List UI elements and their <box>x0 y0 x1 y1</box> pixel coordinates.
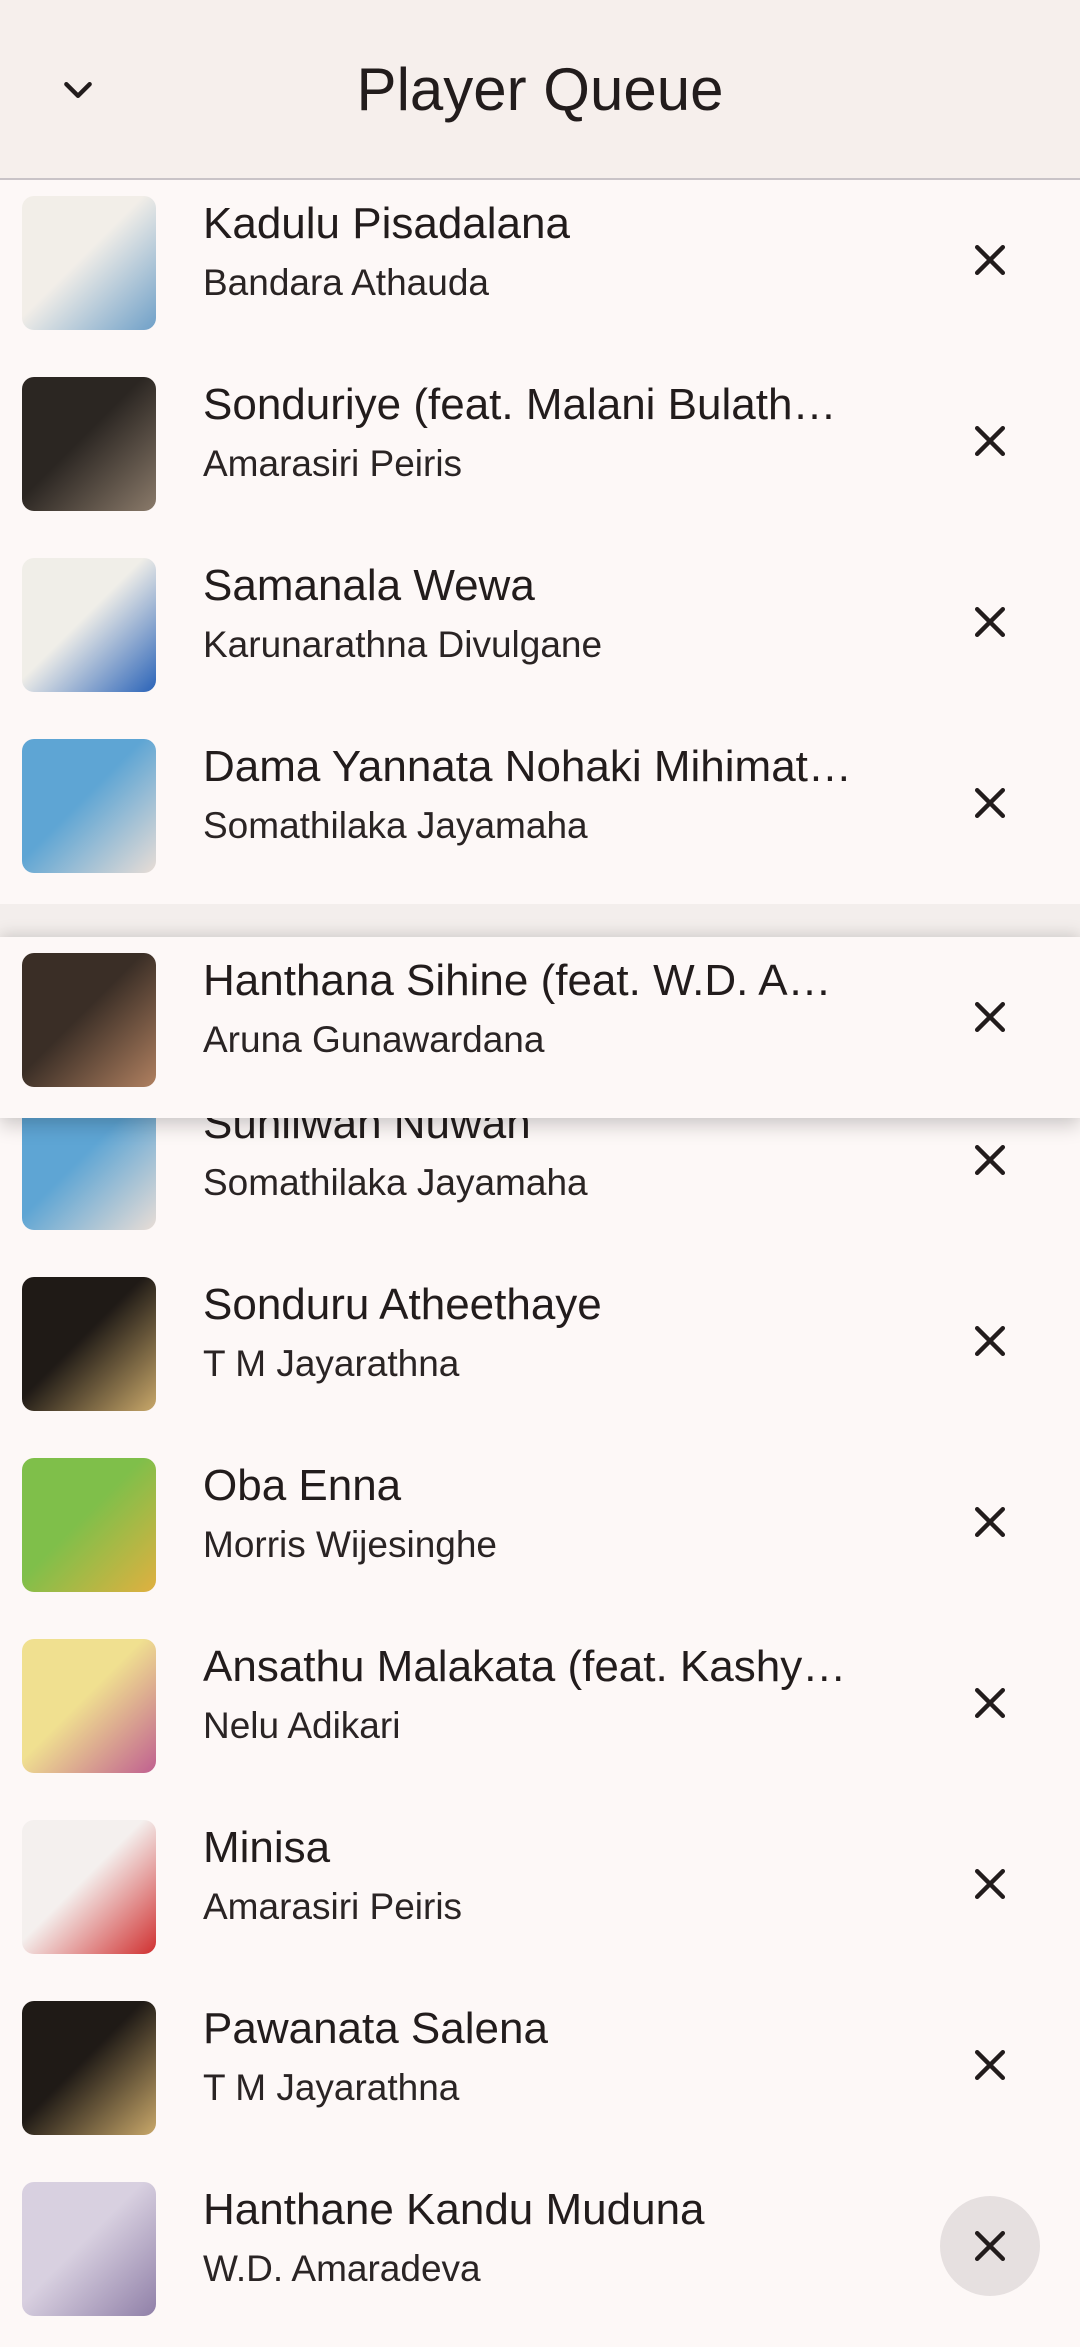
queue-item[interactable]: Sonduru Atheethaye T M Jayarathna <box>0 1261 1080 1442</box>
queue-item[interactable]: Hanthana Sihine (feat. W.D. A… Aruna Guna… <box>0 937 1080 1118</box>
close-icon <box>974 2230 1006 2262</box>
song-artist: Somathilaka Jayamaha <box>203 805 588 846</box>
remove-from-queue-button[interactable] <box>940 967 1040 1067</box>
close-icon <box>974 2049 1006 2081</box>
song-title: Pawanata Salena <box>203 2004 548 2053</box>
song-title: Ansathu Malakata (feat. Kashy… <box>203 1642 847 1691</box>
song-artist: Bandara Athauda <box>203 262 489 303</box>
song-title: Oba Enna <box>203 1461 402 1510</box>
queue-item[interactable]: Kadulu Pisadalana Bandara Athauda <box>0 180 1080 361</box>
remove-from-queue-button[interactable] <box>940 753 1040 853</box>
queue-item[interactable]: Minisa Amarasiri Peiris <box>0 1804 1080 1985</box>
close-icon <box>974 1506 1006 1538</box>
remove-from-queue-button[interactable] <box>940 1834 1040 1934</box>
album-art <box>22 2182 156 2316</box>
close-icon <box>974 1687 1006 1719</box>
song-title: Sonduriye (feat. Malani Bulath… <box>203 380 837 429</box>
song-title: Hanthane Kandu Muduna <box>203 2185 705 2234</box>
song-title: Sonduru Atheethaye <box>203 1280 602 1329</box>
queue-item[interactable]: Ansathu Malakata (feat. Kashy… Nelu Adika… <box>0 1623 1080 1804</box>
song-artist: W.D. Amaradeva <box>203 2248 481 2289</box>
close-icon <box>974 787 1006 819</box>
remove-from-queue-button[interactable] <box>940 1110 1040 1210</box>
close-icon <box>974 1868 1006 1900</box>
close-icon <box>974 244 1006 276</box>
remove-from-queue-button[interactable] <box>940 2015 1040 2115</box>
album-art <box>22 2001 156 2135</box>
close-icon <box>974 1144 1006 1176</box>
remove-from-queue-button[interactable] <box>940 1653 1040 1753</box>
song-title: Samanala Wewa <box>203 561 535 610</box>
close-icon <box>974 1325 1006 1357</box>
drop-placeholder <box>0 898 1080 938</box>
album-art <box>22 196 156 330</box>
remove-from-queue-button[interactable] <box>940 2196 1040 2296</box>
album-art <box>22 558 156 692</box>
song-artist: Aruna Gunawardana <box>203 1019 545 1060</box>
remove-from-queue-button[interactable] <box>940 1472 1040 1572</box>
remove-from-queue-button[interactable] <box>940 572 1040 672</box>
song-title: Minisa <box>203 1823 331 1872</box>
song-artist: Nelu Adikari <box>203 1705 401 1746</box>
song-artist: Morris Wijesinghe <box>203 1524 498 1565</box>
song-title: Hanthana Sihine (feat. W.D. A… <box>203 956 832 1005</box>
song-artist: Karunarathna Divulgane <box>203 624 603 665</box>
album-art <box>22 1820 156 1954</box>
queue-item[interactable]: Samanala Wewa Karunarathna Divulgane <box>0 542 1080 723</box>
album-art <box>22 1639 156 1773</box>
album-art <box>22 1458 156 1592</box>
close-icon <box>974 425 1006 457</box>
close-icon <box>974 1001 1006 1033</box>
page-title: Player Queue <box>356 56 724 123</box>
close-icon <box>974 606 1006 638</box>
song-artist: Amarasiri Peiris <box>203 443 463 484</box>
song-artist: T M Jayarathna <box>203 2067 460 2108</box>
song-artist: T M Jayarathna <box>203 1343 460 1384</box>
top-app-bar: Player Queue <box>0 0 1080 180</box>
song-artist: Somathilaka Jayamaha <box>203 1162 588 1203</box>
album-art <box>22 1277 156 1411</box>
song-artist: Amarasiri Peiris <box>203 1886 463 1927</box>
song-title: Kadulu Pisadalana <box>203 199 570 248</box>
album-art <box>22 953 156 1087</box>
queue-item[interactable]: Dama Yannata Nohaki Mihimat… Somathilaka … <box>0 723 1080 904</box>
queue-item[interactable]: Oba Enna Morris Wijesinghe <box>0 1442 1080 1623</box>
song-title: Dama Yannata Nohaki Mihimat… <box>203 742 852 791</box>
remove-from-queue-button[interactable] <box>940 210 1040 310</box>
queue-item[interactable]: Hanthane Kandu Muduna W.D. Amaradeva <box>0 2166 1080 2347</box>
album-art <box>22 739 156 873</box>
queue-item[interactable]: Sonduriye (feat. Malani Bulath… Amarasiri… <box>0 361 1080 542</box>
remove-from-queue-button[interactable] <box>940 391 1040 491</box>
album-art <box>22 377 156 511</box>
remove-from-queue-button[interactable] <box>940 1291 1040 1391</box>
queue-item[interactable]: Pawanata Salena T M Jayarathna <box>0 1985 1080 2166</box>
